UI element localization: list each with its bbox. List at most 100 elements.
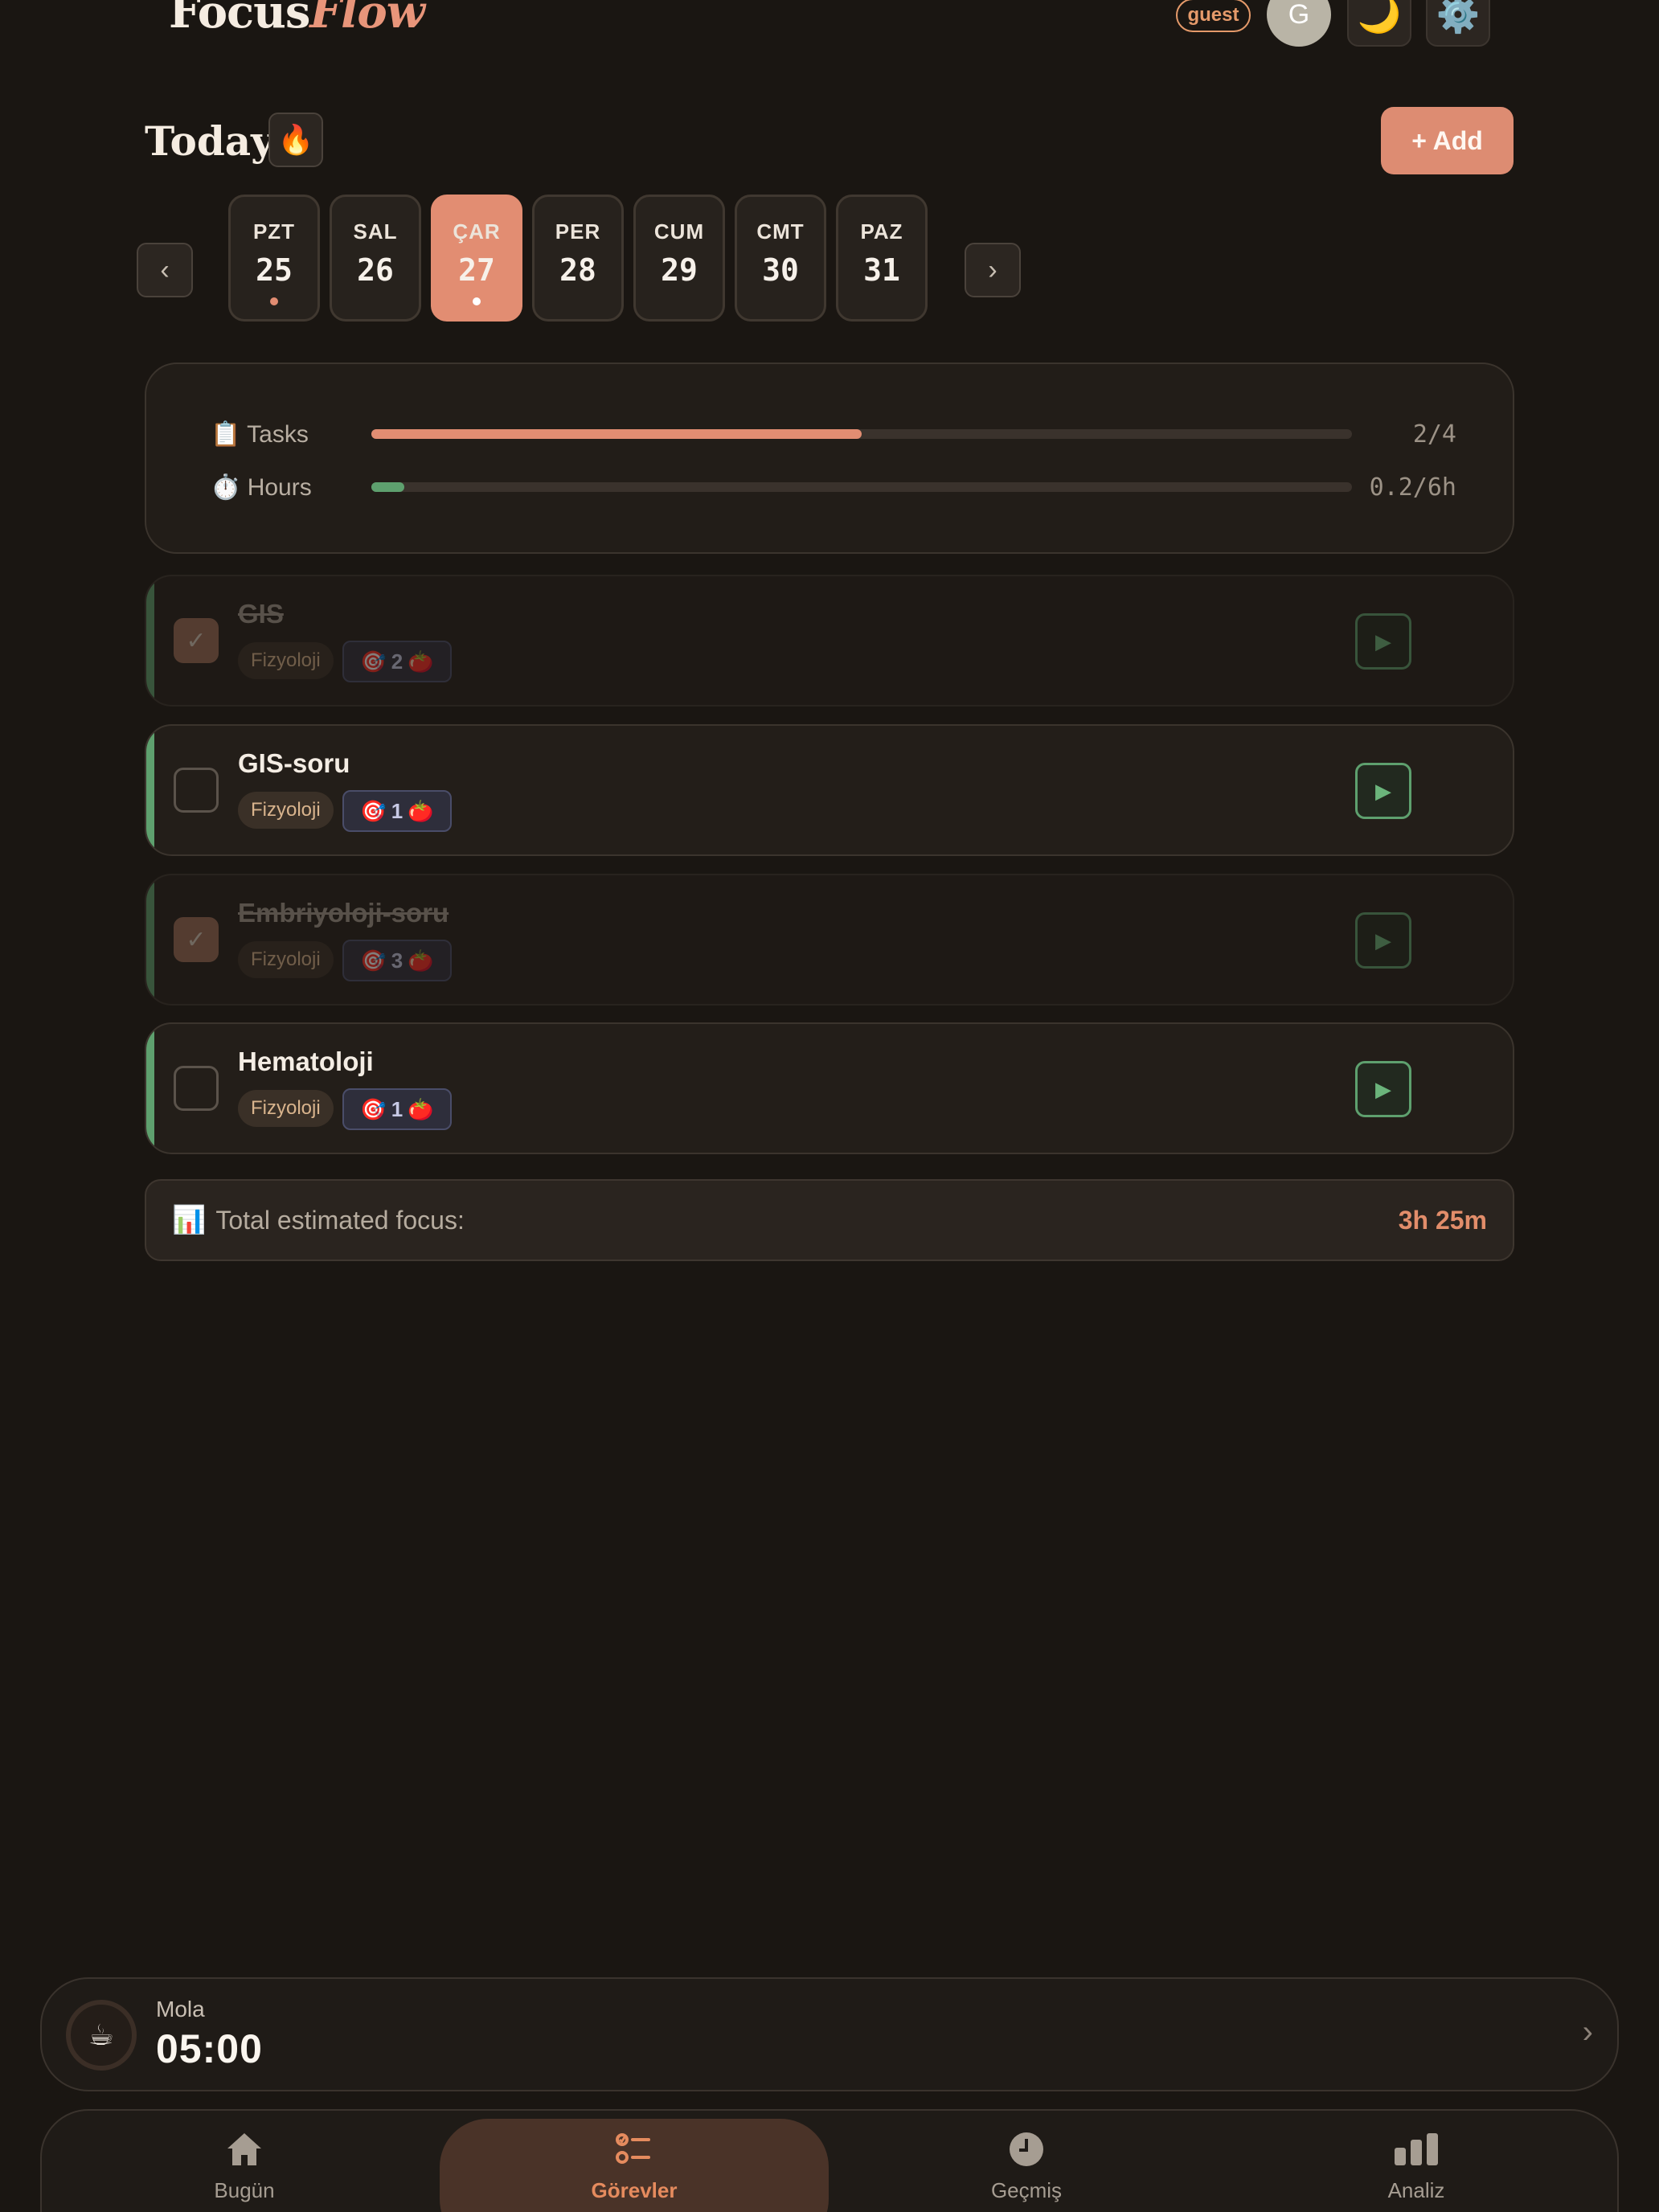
task-title: GIS	[238, 599, 284, 629]
tomato-icon: 🍅	[408, 1096, 434, 1121]
day-chip-pzt[interactable]: PZT 25	[228, 195, 320, 322]
fire-icon: 🔥	[277, 123, 314, 156]
task-checkbox[interactable]	[174, 1066, 219, 1111]
task-checkbox[interactable]	[174, 768, 219, 813]
daily-progress-card: 📋 Tasks 2/4 ⏱️ Hours 0.2/6h	[145, 363, 1514, 554]
play-icon: ▶	[1375, 1076, 1391, 1101]
total-focus-label: Total estimated focus:	[215, 1205, 465, 1235]
pomodoro-estimate: 🎯 1 🍅	[342, 790, 452, 832]
task-category-tag: Fizyoloji	[238, 1090, 334, 1127]
day-chip-sal[interactable]: SAL 26	[330, 195, 421, 322]
prev-week-button[interactable]: ‹	[137, 243, 193, 297]
tomato-icon: 🍅	[408, 649, 434, 674]
avatar[interactable]: G	[1267, 0, 1331, 47]
nav-tab-gecmis[interactable]: Geçmiş	[930, 2127, 1123, 2212]
day-name: ÇAR	[453, 219, 501, 244]
nav-label: Görevler	[591, 2178, 678, 2202]
activity-dot	[270, 297, 278, 305]
task-card[interactable]: ✓ GIS Fizyoloji 🎯 2 🍅 ▶	[145, 575, 1514, 707]
guest-badge: guest	[1176, 0, 1251, 32]
play-icon: ▶	[1375, 629, 1391, 653]
hours-progress-track	[371, 482, 1352, 492]
bar-chart-icon: 📊	[172, 1205, 207, 1235]
nav-tab-gorevler[interactable]: Görevler	[538, 2127, 731, 2212]
day-chip-paz[interactable]: PAZ 31	[836, 195, 928, 322]
target-icon: 🎯	[360, 649, 387, 674]
task-title: Embriyoloji-soru	[238, 898, 449, 928]
hours-progress-row: ⏱️ Hours 0.2/6h	[211, 467, 1456, 507]
day-chip-cum[interactable]: CUM 29	[633, 195, 725, 322]
task-accent-bar	[146, 1024, 154, 1153]
tasks-progress-value: 2/4	[1412, 420, 1456, 449]
gear-icon: ⚙️	[1436, 0, 1481, 35]
streak-button[interactable]: 🔥	[268, 113, 323, 167]
hours-progress-label: ⏱️ Hours	[211, 473, 312, 501]
task-title: Hematoloji	[238, 1047, 374, 1076]
nav-tab-analiz[interactable]: Analiz	[1320, 2127, 1513, 2212]
page-title: Today	[145, 117, 275, 165]
checkmark-icon: ✓	[186, 627, 207, 654]
pomodoro-estimate: 🎯 3 🍅	[342, 940, 452, 981]
activity-dot	[473, 297, 481, 305]
day-date: 25	[256, 252, 293, 288]
task-accent-bar	[146, 875, 154, 1004]
tomato-icon: 🍅	[408, 798, 434, 823]
add-task-button[interactable]: + Add	[1381, 107, 1514, 174]
pomodoro-estimate: 🎯 2 🍅	[342, 641, 452, 682]
task-accent-bar	[146, 576, 154, 705]
day-chip-car[interactable]: ÇAR 27	[431, 195, 522, 322]
target-icon: 🎯	[360, 948, 387, 973]
day-chip-cmt[interactable]: CMT 30	[735, 195, 826, 322]
task-category-tag: Fizyoloji	[238, 642, 334, 679]
chevron-right-icon[interactable]: ›	[1583, 2014, 1593, 2050]
target-icon: 🎯	[360, 798, 387, 823]
tasks-progress-row: 📋 Tasks 2/4	[211, 414, 1456, 454]
start-timer-button[interactable]: ▶	[1355, 763, 1411, 819]
start-timer-button[interactable]: ▶	[1355, 912, 1411, 969]
total-focus-value: 3h 25m	[1398, 1205, 1487, 1235]
hours-progress-fill	[371, 482, 404, 492]
day-chip-per[interactable]: PER 28	[532, 195, 624, 322]
task-checkbox[interactable]: ✓	[174, 917, 219, 962]
tasks-progress-label: 📋 Tasks	[211, 420, 309, 448]
timer-countdown: 05:00	[156, 2026, 263, 2071]
moon-icon: 🌙	[1357, 0, 1402, 35]
settings-button[interactable]: ⚙️	[1426, 0, 1490, 47]
nav-tab-bugun[interactable]: Bugün	[148, 2127, 341, 2212]
mini-timer-bar[interactable]: ☕ Mola 05:00 ›	[40, 1977, 1619, 2091]
day-name: CUM	[653, 219, 705, 244]
task-checkbox[interactable]: ✓	[174, 618, 219, 663]
day-date: 29	[661, 252, 698, 288]
tasks-progress-track	[371, 429, 1352, 439]
next-week-button[interactable]: ›	[965, 243, 1021, 297]
day-date: 27	[458, 252, 495, 288]
theme-toggle-button[interactable]: 🌙	[1347, 0, 1411, 47]
task-card[interactable]: GIS-soru Fizyoloji 🎯 1 🍅 ▶	[145, 724, 1514, 856]
day-date: 28	[559, 252, 596, 288]
target-icon: 🎯	[360, 1096, 387, 1121]
day-date: 30	[762, 252, 799, 288]
app-logo: FocusFlow	[169, 0, 425, 39]
start-timer-button[interactable]: ▶	[1355, 1061, 1411, 1117]
day-date: 26	[357, 252, 394, 288]
chevron-right-icon: ›	[988, 254, 997, 285]
tomato-icon: 🍅	[408, 948, 434, 973]
coffee-icon: ☕	[66, 2000, 137, 2071]
checkmark-icon: ✓	[186, 926, 207, 953]
task-accent-bar	[146, 726, 154, 854]
bottom-navigation: Bugün Görevler Geçmiş Analiz	[40, 2109, 1619, 2212]
task-card[interactable]: ✓ Embriyoloji-soru Fizyoloji 🎯 3 🍅 ▶	[145, 874, 1514, 1006]
nav-label: Bugün	[214, 2178, 275, 2202]
hours-progress-value: 0.2/6h	[1369, 473, 1456, 502]
tasks-progress-fill	[371, 429, 862, 439]
task-card[interactable]: Hematoloji Fizyoloji 🎯 1 🍅 ▶	[145, 1022, 1514, 1154]
pomodoro-estimate: 🎯 1 🍅	[342, 1088, 452, 1130]
tasks-icon	[615, 2127, 653, 2172]
nav-label: Geçmiş	[990, 2178, 1063, 2202]
start-timer-button[interactable]: ▶	[1355, 613, 1411, 670]
day-date: 31	[863, 252, 900, 288]
task-category-tag: Fizyoloji	[238, 792, 334, 829]
clock-icon	[1008, 2127, 1045, 2172]
play-icon: ▶	[1375, 778, 1391, 803]
play-icon: ▶	[1375, 928, 1391, 952]
